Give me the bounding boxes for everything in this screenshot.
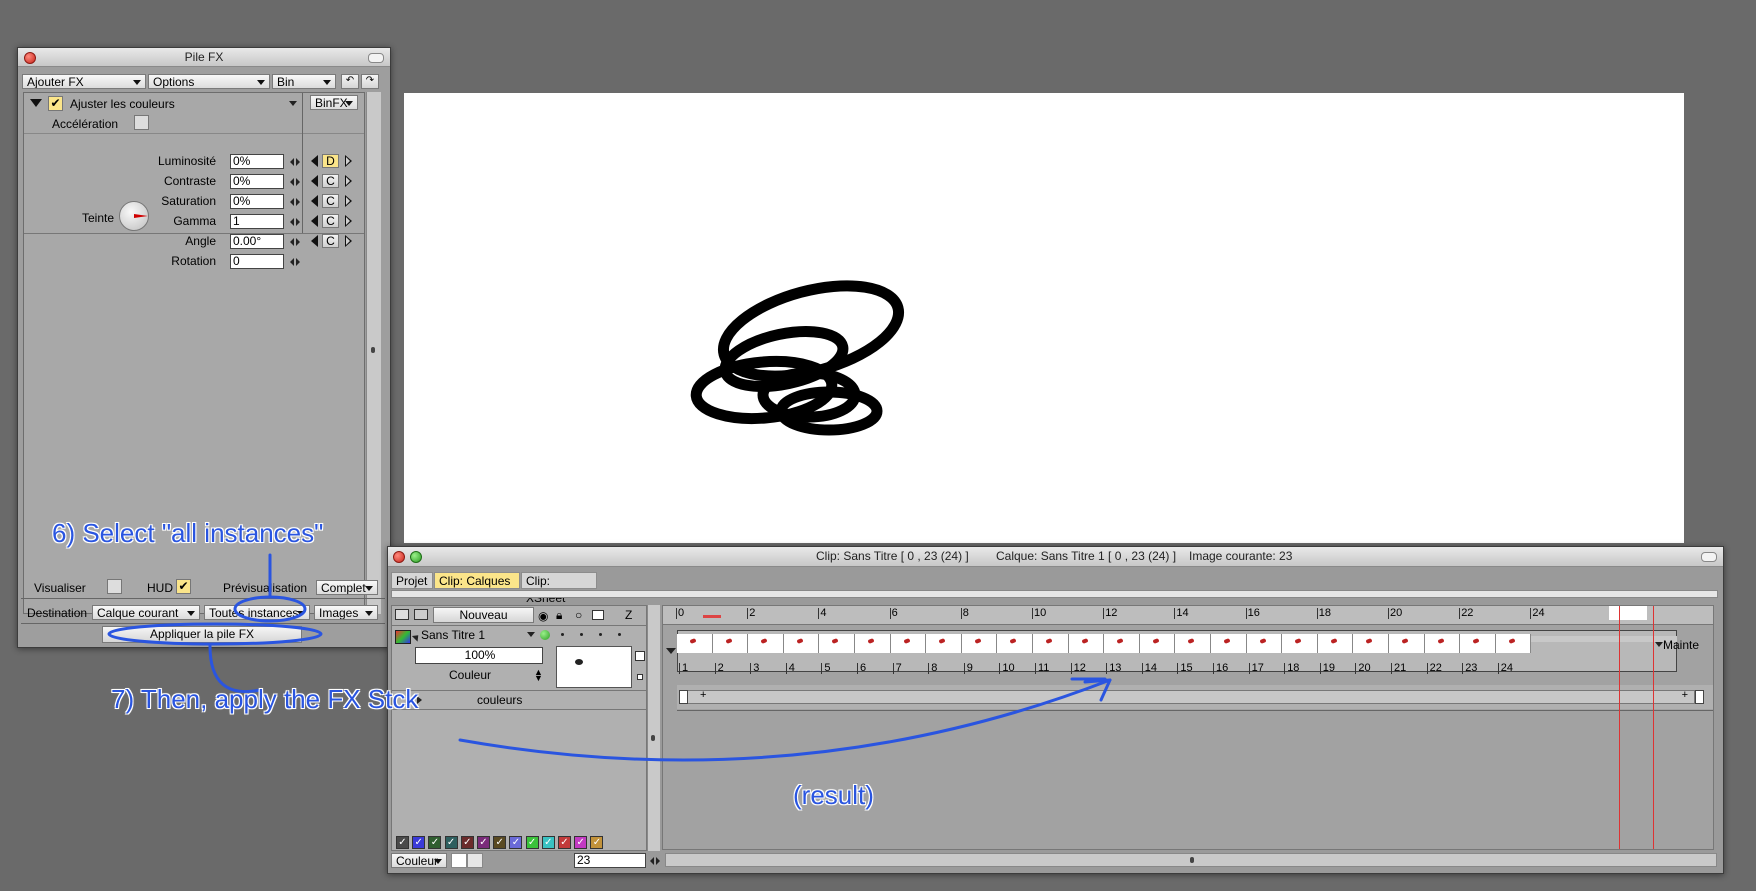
annotation-overlay [107, 553, 1112, 762]
result-arrow [458, 678, 1112, 762]
annotation-step7: 7) Then, apply the FX Stck [111, 684, 419, 714]
annotation-result: (result) [793, 780, 874, 810]
annotation-step6: 6) Select "all instances" [52, 518, 324, 548]
highlight-ellipse-all-instances [233, 595, 307, 623]
highlight-ellipse-apply [107, 622, 323, 646]
